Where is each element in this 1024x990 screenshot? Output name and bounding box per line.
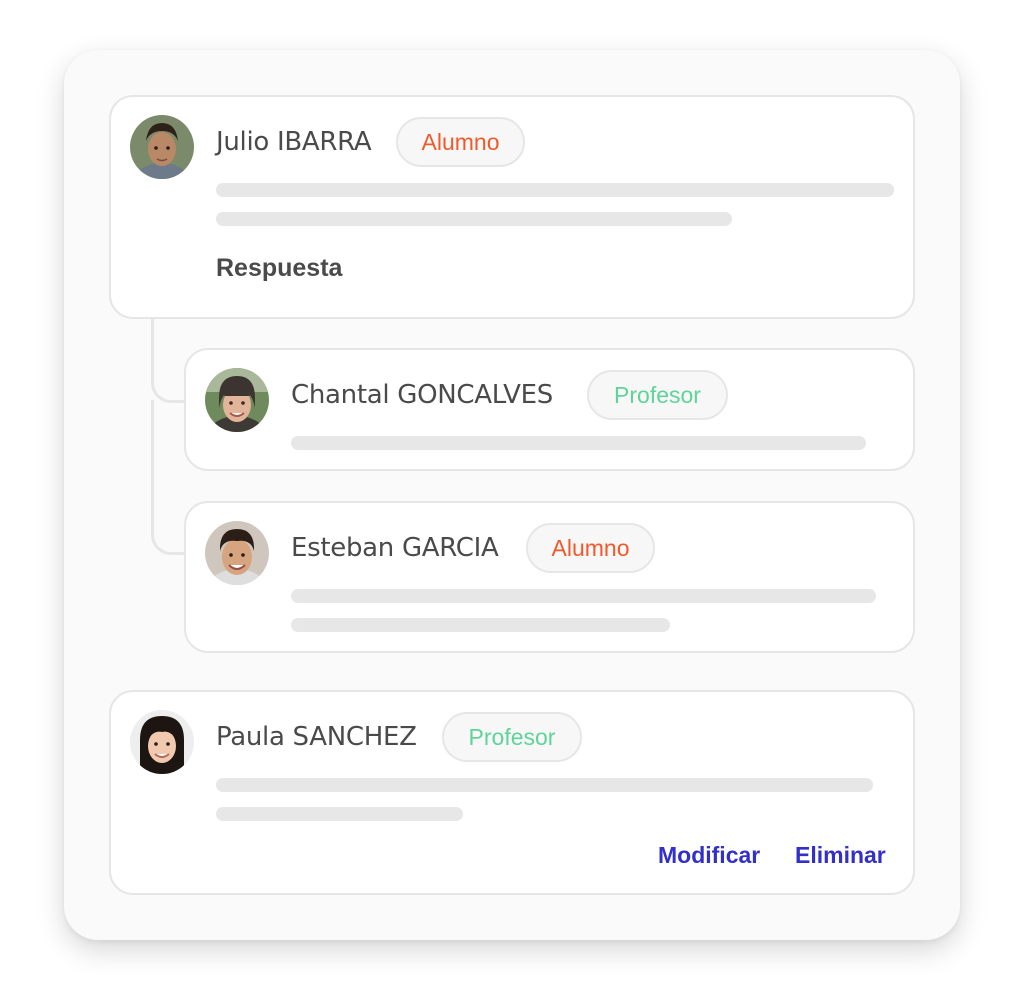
role-badge: Alumno xyxy=(396,117,525,167)
reply-link[interactable]: Respuesta xyxy=(216,254,342,283)
text-placeholder-line xyxy=(216,183,894,197)
text-placeholder-line xyxy=(216,778,873,792)
thread-connector-1 xyxy=(151,318,188,403)
author-name: Chantal GONCALVES xyxy=(291,380,553,410)
text-placeholder-line xyxy=(291,436,866,450)
role-badge: Alumno xyxy=(526,523,655,573)
author-name: Julio IBARRA xyxy=(216,127,372,157)
text-placeholder-line xyxy=(291,589,876,603)
avatar-boy-icon xyxy=(130,115,194,179)
author-name: Paula SANCHEZ xyxy=(216,722,417,752)
text-placeholder-line xyxy=(291,618,670,632)
text-placeholder-line xyxy=(216,212,732,226)
avatar-girl-icon xyxy=(130,710,194,774)
author-name: Esteban GARCIA xyxy=(291,533,499,563)
role-badge: Profesor xyxy=(587,370,728,420)
delete-button[interactable]: Eliminar xyxy=(795,842,886,869)
avatar-woman-icon xyxy=(205,368,269,432)
role-badge: Profesor xyxy=(442,712,582,762)
text-placeholder-line xyxy=(216,807,463,821)
thread-connector-2 xyxy=(151,400,188,555)
avatar-child-icon xyxy=(205,521,269,585)
edit-button[interactable]: Modificar xyxy=(658,842,760,869)
